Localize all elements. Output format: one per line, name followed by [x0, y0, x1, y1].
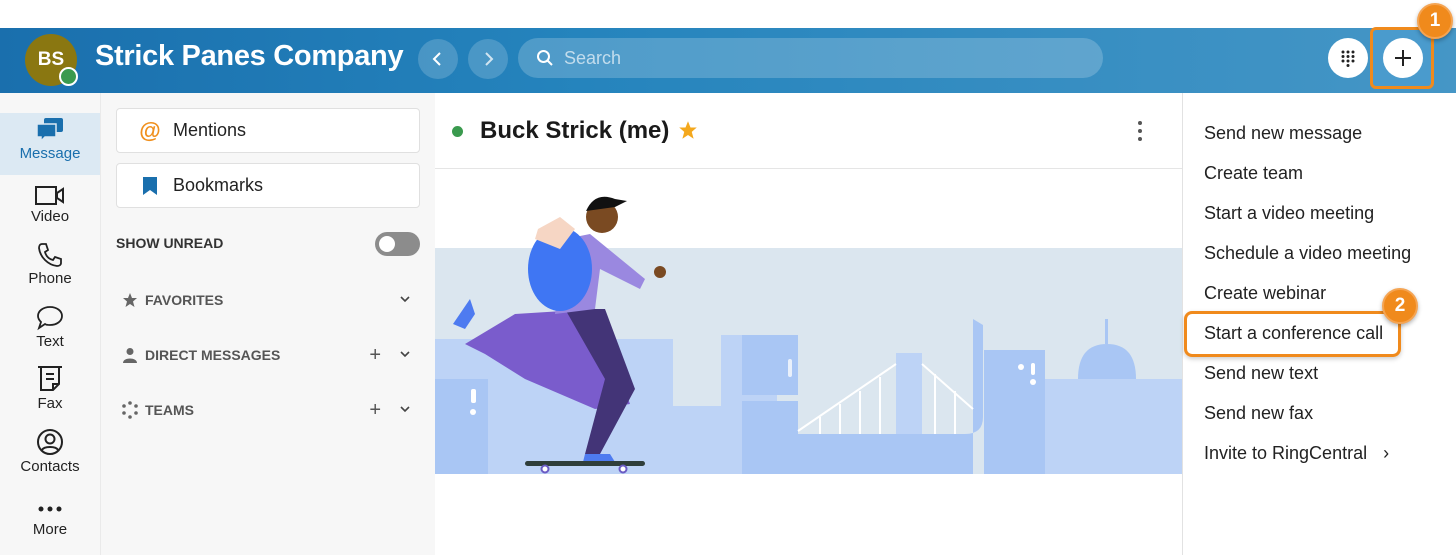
bookmarks-button[interactable]: Bookmarks — [116, 163, 420, 208]
more-options-icon[interactable] — [1135, 120, 1145, 142]
chevron-left-icon — [432, 52, 441, 66]
contacts-icon — [36, 426, 64, 456]
menu-item-label: Create team — [1204, 162, 1304, 183]
menu-item-label: Send new message — [1204, 122, 1363, 143]
nav-text[interactable]: Text — [0, 301, 100, 363]
section-teams[interactable]: TEAMS + — [121, 398, 411, 422]
menu-item-label: Create webinar — [1204, 282, 1327, 303]
nav-label: Video — [30, 208, 70, 225]
dialpad-icon — [1341, 50, 1355, 67]
menu-send-new-fax[interactable]: Send new fax — [1204, 398, 1313, 428]
nav-label: Text — [36, 333, 64, 350]
text-bubble-icon — [36, 301, 64, 331]
star-icon — [121, 292, 139, 308]
bookmarks-label: Bookmarks — [173, 175, 264, 195]
video-icon — [35, 176, 65, 206]
menu-start-video-meeting[interactable]: Start a video meeting — [1204, 198, 1374, 228]
nav-label: Phone — [28, 270, 72, 287]
phone-icon — [37, 238, 63, 268]
menu-schedule-video-meeting[interactable]: Schedule a video meeting — [1204, 238, 1411, 268]
nav-label: Message — [19, 145, 81, 162]
nav-fax[interactable]: Fax — [0, 363, 100, 425]
dialpad-button[interactable] — [1328, 38, 1368, 78]
chevron-down-icon[interactable] — [399, 348, 411, 360]
avatar-initials: BS — [37, 49, 65, 70]
show-unread-label: SHOW UNREAD — [116, 235, 224, 251]
nav-contacts[interactable]: Contacts — [0, 426, 100, 488]
left-nav: Message Video Phone Text Fax Contacts Mo… — [0, 93, 100, 555]
menu-send-new-text[interactable]: Send new text — [1204, 358, 1318, 388]
company-name: Strick Panes Company — [95, 40, 404, 72]
conversation-header: Buck Strick (me) — [435, 93, 1182, 169]
menu-item-label: Send new fax — [1204, 402, 1314, 423]
step2-highlight — [1184, 311, 1401, 357]
nav-label: Contacts — [20, 458, 80, 475]
menu-item-label: Start a video meeting — [1204, 202, 1375, 223]
step1-badge: 1 — [1417, 3, 1453, 39]
fax-icon — [37, 363, 63, 393]
new-action-button[interactable] — [1383, 38, 1423, 78]
message-icon — [36, 113, 64, 143]
person-icon — [121, 347, 139, 363]
bookmark-icon — [137, 176, 163, 196]
section-label: TEAMS — [145, 402, 194, 418]
mentions-button[interactable]: @ Mentions — [116, 108, 420, 153]
section-label: FAVORITES — [145, 292, 224, 308]
nav-message[interactable]: Message — [0, 113, 100, 175]
presence-indicator — [59, 67, 78, 86]
nav-video[interactable]: Video — [0, 176, 100, 238]
section-direct-messages[interactable]: DIRECT MESSAGES + — [121, 343, 411, 367]
nav-label: More — [32, 521, 68, 538]
chevron-right-icon — [485, 52, 494, 66]
top-bar: BS Strick Panes Company — [0, 28, 1456, 93]
menu-create-webinar[interactable]: Create webinar — [1204, 278, 1326, 308]
chevron-right-icon: › — [1383, 442, 1390, 463]
forward-button[interactable] — [468, 39, 508, 79]
presence-indicator — [452, 126, 463, 137]
toggle-knob — [379, 236, 395, 252]
search-bar[interactable] — [518, 38, 1103, 78]
plus-icon — [1395, 50, 1411, 66]
conversation-title: Buck Strick (me) — [480, 117, 670, 144]
menu-item-label: Schedule a video meeting — [1204, 242, 1412, 263]
back-button[interactable] — [418, 39, 458, 79]
search-input[interactable] — [564, 47, 1064, 69]
menu-item-label: Send new text — [1204, 362, 1319, 383]
conversation-area: Buck Strick (me) — [435, 93, 1182, 555]
search-icon — [537, 50, 553, 66]
mentions-label: Mentions — [173, 120, 247, 140]
nav-more[interactable]: More — [0, 489, 100, 551]
section-label: DIRECT MESSAGES — [145, 347, 281, 363]
add-team-button[interactable]: + — [369, 399, 381, 422]
nav-label: Fax — [37, 395, 63, 412]
step2-badge: 2 — [1382, 288, 1418, 324]
menu-create-team[interactable]: Create team — [1204, 158, 1303, 188]
empty-state-illustration — [435, 196, 1182, 474]
chevron-down-icon[interactable] — [399, 403, 411, 415]
nav-phone[interactable]: Phone — [0, 238, 100, 300]
more-icon — [37, 489, 63, 513]
teams-icon — [121, 401, 139, 419]
conversation-list-panel: @ Mentions Bookmarks SHOW UNREAD FAVORIT… — [100, 93, 435, 555]
at-sign-icon: @ — [139, 117, 161, 143]
chevron-down-icon[interactable] — [399, 293, 411, 305]
menu-item-label: Invite to RingCentral — [1204, 442, 1368, 463]
show-unread-toggle[interactable] — [375, 232, 420, 256]
favorite-star-icon[interactable] — [678, 120, 698, 140]
menu-send-new-message[interactable]: Send new message — [1204, 118, 1362, 148]
section-favorites[interactable]: FAVORITES — [121, 288, 411, 312]
add-direct-message-button[interactable]: + — [369, 344, 381, 367]
menu-invite-to-ringcentral[interactable]: Invite to RingCentral › — [1204, 438, 1389, 468]
